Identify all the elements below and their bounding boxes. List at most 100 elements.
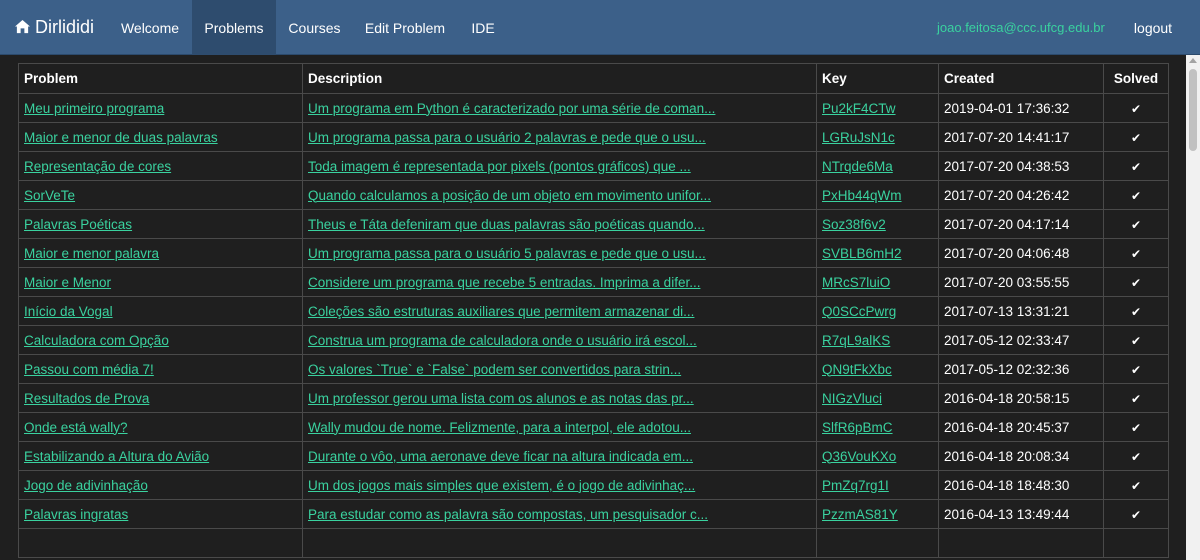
problem-key-link[interactable]: NIGzVluci [822, 391, 882, 406]
nav-problems[interactable]: Problems [192, 0, 276, 55]
table-row: Maior e menor de duas palavras Um program… [18, 122, 1169, 152]
table-row: Representação de cores Toda imagem é repr… [18, 151, 1169, 181]
problem-description-link[interactable]: Construa um programa de calculadora onde… [308, 333, 697, 348]
problem-key-link[interactable]: Q0SCcPwrg [822, 304, 896, 319]
nav-edit-problem-label: Edit Problem [364, 19, 446, 36]
problem-name-link[interactable]: Maior e Menor [24, 275, 111, 290]
solved-checkmark-cell: ✔ [1103, 151, 1169, 181]
problem-name-cell: Passou com média 7! [18, 354, 303, 384]
problem-description-cell: Considere um programa que recebe 5 entra… [302, 267, 817, 297]
problem-description-link[interactable]: Wally mudou de nome. Felizmente, para a … [308, 420, 691, 435]
problem-description-link[interactable]: Um programa passa para o usuário 2 palav… [308, 130, 706, 145]
problem-description-link[interactable]: Os valores `True` e `False` podem ser co… [308, 362, 681, 377]
problem-description-link[interactable]: Um dos jogos mais simples que existem, é… [308, 478, 695, 493]
created-date-text: 2019-04-01 17:36:32 [944, 100, 1070, 116]
logout-link[interactable]: logout [1120, 0, 1186, 55]
created-date-text: 2017-07-20 14:41:17 [944, 129, 1070, 145]
solved-checkmark-cell: ✔ [1103, 441, 1169, 471]
problem-description-cell: Wally mudou de nome. Felizmente, para a … [302, 412, 817, 442]
created-date-text: 2017-07-20 04:26:42 [944, 187, 1070, 203]
problem-key-cell: PzzmAS81Y [816, 499, 939, 529]
problem-name-link[interactable]: Maior e menor de duas palavras [24, 130, 218, 145]
problem-key-link[interactable]: QN9tFkXbc [822, 362, 892, 377]
created-date-cell: 2017-07-20 03:55:55 [938, 267, 1104, 297]
problem-name-link[interactable]: Jogo de adivinhação [24, 478, 148, 493]
nav-ide[interactable]: IDE [457, 0, 509, 55]
problem-key-link[interactable]: R7qL9alKS [822, 333, 890, 348]
problem-description-cell: Os valores `True` e `False` podem ser co… [302, 354, 817, 384]
solved-checkmark-cell: ✔ [1103, 354, 1169, 384]
problem-name-link[interactable]: Onde está wally? [24, 420, 128, 435]
column-header-created: Created [938, 63, 1104, 94]
problem-name-cell: Representação de cores [18, 151, 303, 181]
problem-key-link[interactable]: Soz38f6v2 [822, 217, 886, 232]
problem-name-link[interactable]: Palavras ingratas [24, 507, 128, 522]
user-email[interactable]: joao.feitosa@ccc.ufcg.edu.br [937, 0, 1105, 55]
problem-key-link[interactable]: Q36VouKXo [822, 449, 896, 464]
problem-name-link[interactable]: Maior e menor palavra [24, 246, 159, 261]
problem-description-link[interactable]: Theus e Táta defeniram que duas palavras… [308, 217, 705, 232]
problem-description-link[interactable]: Coleções são estruturas auxiliares que p… [308, 304, 694, 319]
problem-key-link[interactable]: MRcS7luiO [822, 275, 890, 290]
problem-description-link[interactable]: Um programa em Python é caracterizado po… [308, 101, 715, 116]
nav-courses[interactable]: Courses [276, 0, 353, 55]
solved-checkmark-text: ✔ [1130, 217, 1142, 232]
problem-description-link[interactable]: Para estudar como as palavra são compost… [308, 507, 708, 522]
problem-description-link[interactable]: Durante o vôo, uma aeronave deve ficar n… [308, 449, 693, 464]
solved-checkmark-cell: ✔ [1103, 470, 1169, 500]
created-date-cell: 2017-07-20 14:41:17 [938, 122, 1104, 152]
problem-name-link[interactable]: Palavras Poéticas [24, 217, 132, 232]
problem-name-link[interactable]: Estabilizando a Altura do Avião [24, 449, 209, 464]
problem-description-link[interactable]: Quando calculamos a posição de um objeto… [308, 188, 711, 203]
problem-name-link[interactable]: Calculadora com Opção [24, 333, 169, 348]
created-date-text: 2017-07-20 03:55:55 [944, 274, 1070, 290]
created-date-text: 2017-07-20 04:06:48 [944, 245, 1070, 261]
brand-link[interactable]: Dirlididi [14, 0, 94, 55]
nav-courses-label: Courses [288, 19, 341, 36]
solved-checkmark-cell: ✔ [1103, 93, 1169, 123]
problem-name-cell: Maior e Menor [18, 267, 303, 297]
problem-name-link[interactable]: Meu primeiro programa [24, 101, 164, 116]
solved-checkmark-cell: ✔ [1103, 238, 1169, 268]
problem-name-link[interactable]: Início da Vogal [24, 304, 113, 319]
problem-description-cell: Coleções são estruturas auxiliares que p… [302, 296, 817, 326]
problem-name-link[interactable]: Passou com média 7! [24, 362, 154, 377]
problem-name-link[interactable]: SorVeTe [24, 188, 75, 203]
problems-table-container: Problem Description Key Created Solved M… [18, 63, 1169, 558]
problem-key-link[interactable]: PmZq7rg1I [822, 478, 889, 493]
problem-key-cell: R7qL9alKS [816, 325, 939, 355]
scrollbar-thumb[interactable] [1189, 69, 1197, 151]
problem-key-link[interactable]: PxHb44qWm [822, 188, 902, 203]
created-date-cell: 2017-07-20 04:38:53 [938, 151, 1104, 181]
problem-description-link[interactable]: Um professor gerou uma lista com os alun… [308, 391, 694, 406]
problem-key-cell: Q0SCcPwrg [816, 296, 939, 326]
problem-description-link[interactable]: Considere um programa que recebe 5 entra… [308, 275, 700, 290]
problem-name-cell: Resultados de Prova [18, 383, 303, 413]
table-row: Calculadora com Opção Construa um program… [18, 325, 1169, 355]
problem-key-link[interactable]: SVBLB6mH2 [822, 246, 902, 261]
problems-table: Problem Description Key Created Solved M… [18, 63, 1169, 558]
problem-name-link[interactable]: Representação de cores [24, 159, 171, 174]
problem-name-cell: SorVeTe [18, 180, 303, 210]
table-header-row: Problem Description Key Created Solved [18, 63, 1169, 94]
problem-key-link[interactable]: NTrqde6Ma [822, 159, 893, 174]
problem-name-link[interactable]: Resultados de Prova [24, 391, 149, 406]
problem-key-link[interactable]: Pu2kF4CTw [822, 101, 896, 116]
nav-welcome[interactable]: Welcome [108, 0, 192, 55]
problem-name-cell: Onde está wally? [18, 412, 303, 442]
nav-edit-problem[interactable]: Edit Problem [353, 0, 457, 55]
solved-checkmark-cell: ✔ [1103, 325, 1169, 355]
table-row: Jogo de adivinhação Um dos jogos mais sim… [18, 470, 1169, 500]
created-date-text: 2017-07-20 04:38:53 [944, 158, 1070, 174]
problem-key-link[interactable]: PzzmAS81Y [822, 507, 898, 522]
vertical-scrollbar[interactable] [1186, 55, 1200, 560]
problem-key-link[interactable]: LGRuJsN1c [822, 130, 895, 145]
table-row [18, 528, 1169, 558]
problem-description-link[interactable]: Um programa passa para o usuário 5 palav… [308, 246, 706, 261]
problem-key-link[interactable]: SlfR6pBmC [822, 420, 893, 435]
table-row: Passou com média 7! Os valores `True` e `… [18, 354, 1169, 384]
top-navbar: Dirlididi Welcome Problems Courses Edit … [0, 0, 1200, 55]
scroll-up-arrow-icon[interactable] [1189, 58, 1197, 63]
problem-description-link[interactable]: Toda imagem é representada por pixels (p… [308, 159, 691, 174]
problem-name-cell: Palavras Poéticas [18, 209, 303, 239]
